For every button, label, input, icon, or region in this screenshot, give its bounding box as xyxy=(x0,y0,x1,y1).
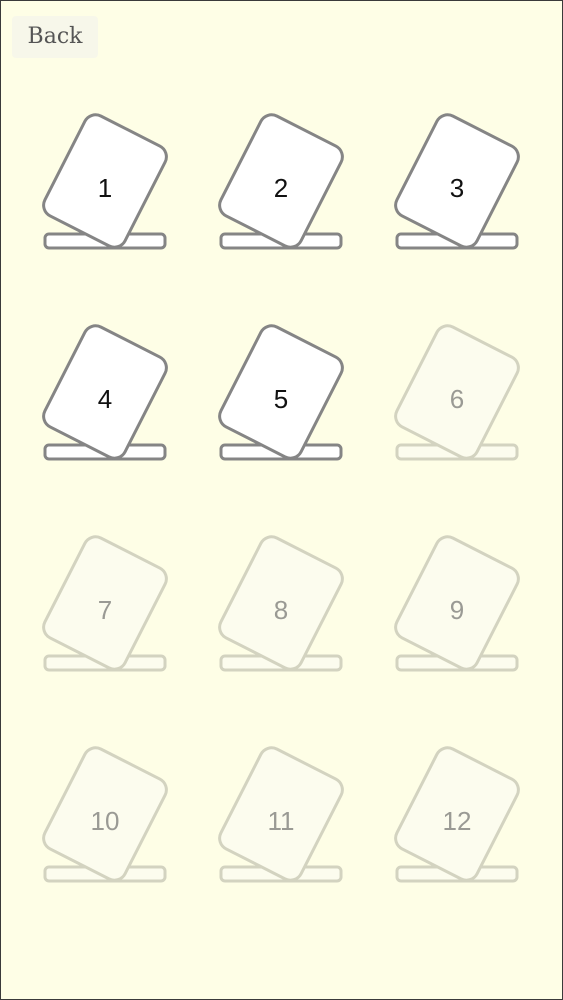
card-on-base-icon xyxy=(218,535,344,672)
card-on-base-icon xyxy=(394,324,520,461)
tilted-card xyxy=(42,324,168,460)
level-button-7: 7 xyxy=(35,527,175,677)
tilted-card xyxy=(394,746,520,882)
card-on-base-icon xyxy=(218,324,344,461)
tilted-card xyxy=(218,113,344,249)
tilted-card xyxy=(42,535,168,671)
level-button-3[interactable]: 3 xyxy=(387,105,527,255)
tilted-card xyxy=(394,535,520,671)
level-button-1[interactable]: 1 xyxy=(35,105,175,255)
tilted-card xyxy=(42,746,168,882)
level-button-6: 6 xyxy=(387,316,527,466)
tilted-card xyxy=(218,324,344,460)
tilted-card xyxy=(394,324,520,460)
level-button-11: 11 xyxy=(211,738,351,888)
level-grid: 1 2 3 4 5 6 7 8 9 10 11 12 xyxy=(0,0,563,1000)
level-button-2[interactable]: 2 xyxy=(211,105,351,255)
card-on-base-icon xyxy=(218,113,344,250)
level-button-5[interactable]: 5 xyxy=(211,316,351,466)
card-on-base-icon xyxy=(42,113,168,250)
card-on-base-icon xyxy=(42,746,168,883)
tilted-card xyxy=(42,113,168,249)
card-on-base-icon xyxy=(394,113,520,250)
card-on-base-icon xyxy=(42,324,168,461)
level-button-9: 9 xyxy=(387,527,527,677)
card-on-base-icon xyxy=(394,746,520,883)
level-button-10: 10 xyxy=(35,738,175,888)
card-on-base-icon xyxy=(42,535,168,672)
tilted-card xyxy=(394,113,520,249)
level-button-4[interactable]: 4 xyxy=(35,316,175,466)
card-on-base-icon xyxy=(218,746,344,883)
level-button-8: 8 xyxy=(211,527,351,677)
tilted-card xyxy=(218,746,344,882)
level-button-12: 12 xyxy=(387,738,527,888)
card-on-base-icon xyxy=(394,535,520,672)
tilted-card xyxy=(218,535,344,671)
